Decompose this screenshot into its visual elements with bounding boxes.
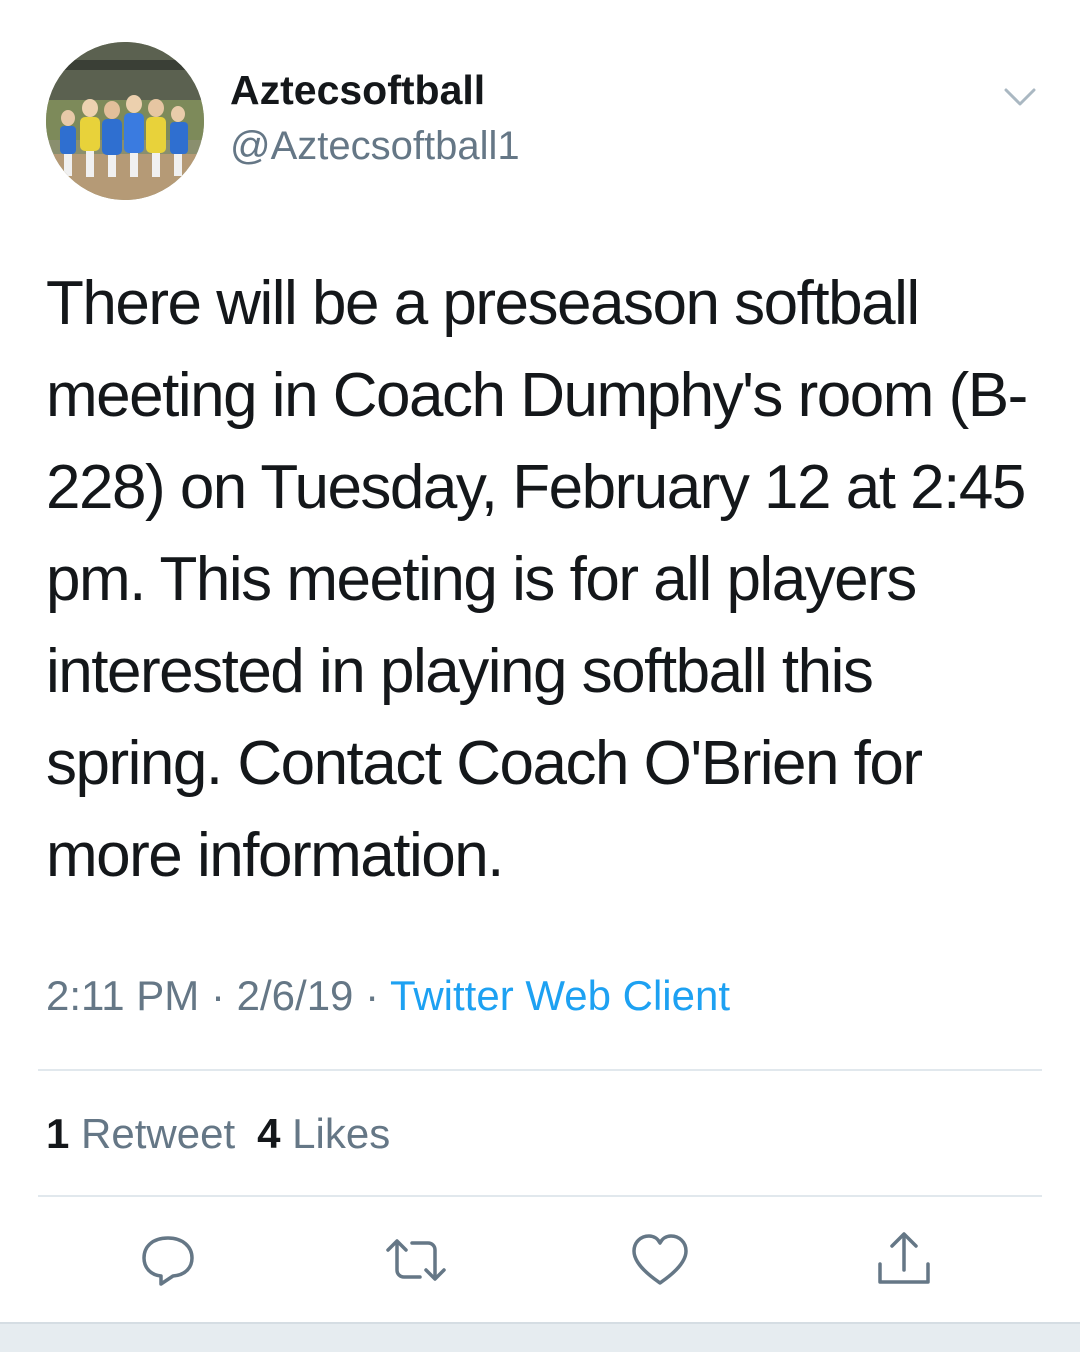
reply-button[interactable] bbox=[136, 1230, 200, 1290]
tweet-detail: Aztecsoftball @Aztecsoftball1 There will… bbox=[0, 0, 1080, 1352]
tweet-source-link[interactable]: Twitter Web Client bbox=[390, 972, 730, 1019]
bottom-bar bbox=[0, 1322, 1080, 1352]
like-label: Likes bbox=[292, 1110, 391, 1157]
author-handle[interactable]: @Aztecsoftball1 bbox=[230, 122, 520, 170]
retweet-count: 1 bbox=[46, 1110, 70, 1157]
like-count: 4 bbox=[257, 1110, 281, 1157]
tweet-time[interactable]: 2:11 PM bbox=[46, 972, 199, 1019]
tweet-text: There will be a preseason softball meeti… bbox=[46, 269, 1028, 890]
tweet-stats: 1 Retweet 4 Likes bbox=[46, 1108, 390, 1160]
likes-stat[interactable]: 4 Likes bbox=[257, 1110, 390, 1157]
tweet-menu-button[interactable] bbox=[998, 78, 1042, 114]
tweet-date[interactable]: 2/6/19 bbox=[237, 972, 354, 1019]
author-display-name[interactable]: Aztecsoftball bbox=[230, 66, 485, 114]
reply-icon bbox=[142, 1236, 194, 1286]
meta-separator: · bbox=[365, 972, 380, 1019]
heart-icon bbox=[632, 1234, 688, 1285]
retweet-button[interactable] bbox=[384, 1230, 448, 1290]
avatar[interactable] bbox=[46, 42, 204, 200]
retweet-label: Retweet bbox=[81, 1110, 236, 1157]
retweets-stat[interactable]: 1 Retweet bbox=[46, 1110, 235, 1157]
chevron-down-icon bbox=[1004, 88, 1036, 106]
divider bbox=[38, 1069, 1042, 1071]
tweet-metadata: 2:11 PM · 2/6/19 · Twitter Web Client bbox=[46, 970, 730, 1022]
share-icon bbox=[878, 1232, 930, 1284]
like-button[interactable] bbox=[628, 1230, 692, 1290]
divider bbox=[38, 1195, 1042, 1197]
meta-separator: · bbox=[210, 972, 225, 1019]
share-button[interactable] bbox=[872, 1230, 936, 1290]
team-photo-avatar-icon bbox=[46, 42, 204, 200]
retweet-icon bbox=[386, 1239, 446, 1281]
